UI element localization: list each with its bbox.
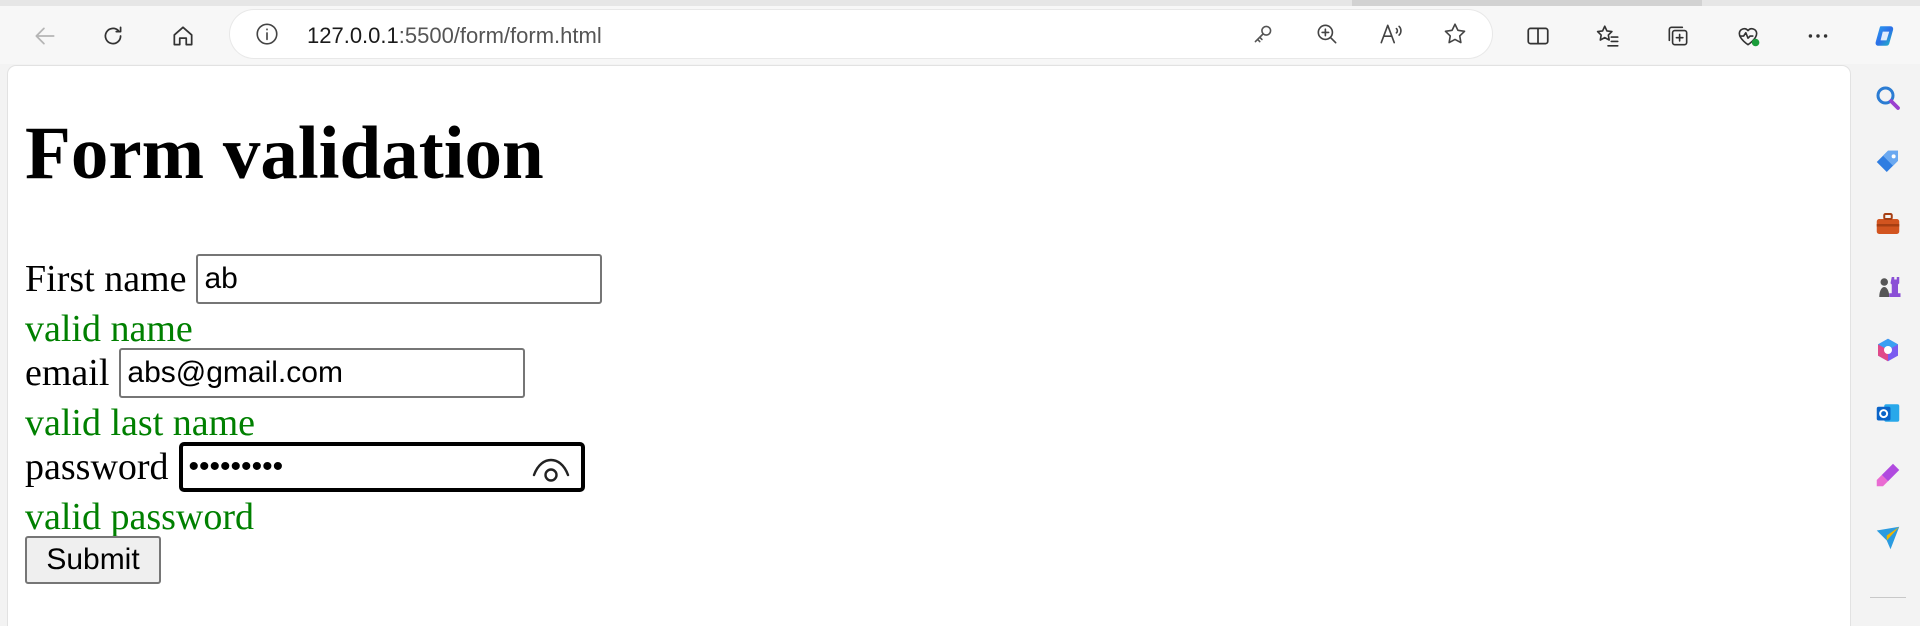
first-name-row: First name ab [25,254,603,304]
browser-toolbar: 127.0.0.1:5500/form/form.html [0,6,1920,64]
back-icon[interactable] [25,16,65,56]
first-name-message: valid name [25,308,193,350]
reveal-password-eye-icon[interactable] [531,454,571,484]
url-text[interactable]: 127.0.0.1:5500/form/form.html [307,23,602,49]
page-title: Form validation [25,112,544,195]
password-message: valid password [25,496,255,538]
info-icon[interactable] [254,21,280,47]
shopping-tag-icon[interactable] [1870,144,1906,180]
first-name-input[interactable]: ab [196,254,603,304]
split-screen-icon[interactable] [1518,16,1558,56]
key-icon[interactable] [1248,19,1278,49]
email-row: email abs@gmail.com [25,348,526,398]
favorite-star-icon[interactable] [1440,19,1470,49]
send-icon[interactable] [1870,520,1906,556]
search-icon[interactable] [1870,80,1906,116]
edge-sidebar [1856,64,1920,615]
microsoft-365-icon[interactable] [1870,332,1906,368]
home-icon[interactable] [163,16,203,56]
password-input[interactable]: ••••••••• [178,442,585,492]
copilot-icon[interactable] [1866,16,1906,56]
outlook-icon[interactable] [1870,395,1906,431]
email-label: email [25,352,110,394]
password-value: ••••••••• [188,450,284,483]
collections-icon[interactable] [1658,16,1698,56]
favorites-icon[interactable] [1588,16,1628,56]
browser-essentials-icon[interactable] [1728,16,1768,56]
url-host: 127.0.0.1 [307,23,399,48]
tools-icon[interactable] [1870,206,1906,242]
email-input[interactable]: abs@gmail.com [119,348,526,398]
password-label: password [25,446,169,488]
read-aloud-icon[interactable] [1376,19,1406,49]
password-row: password ••••••••• [25,442,585,492]
first-name-label: First name [25,258,187,300]
refresh-icon[interactable] [93,16,133,56]
submit-button[interactable]: Submit [25,536,161,584]
web-page: Form validation First name ab valid name… [8,66,1850,626]
designer-icon[interactable] [1870,457,1906,493]
zoom-icon[interactable] [1312,19,1342,49]
more-icon[interactable] [1798,16,1838,56]
sidebar-divider [1870,597,1906,598]
games-icon[interactable] [1870,269,1906,305]
email-message: valid last name [25,402,256,444]
url-path: :5500/form/form.html [398,23,602,48]
address-bar[interactable]: 127.0.0.1:5500/form/form.html [230,10,1492,58]
